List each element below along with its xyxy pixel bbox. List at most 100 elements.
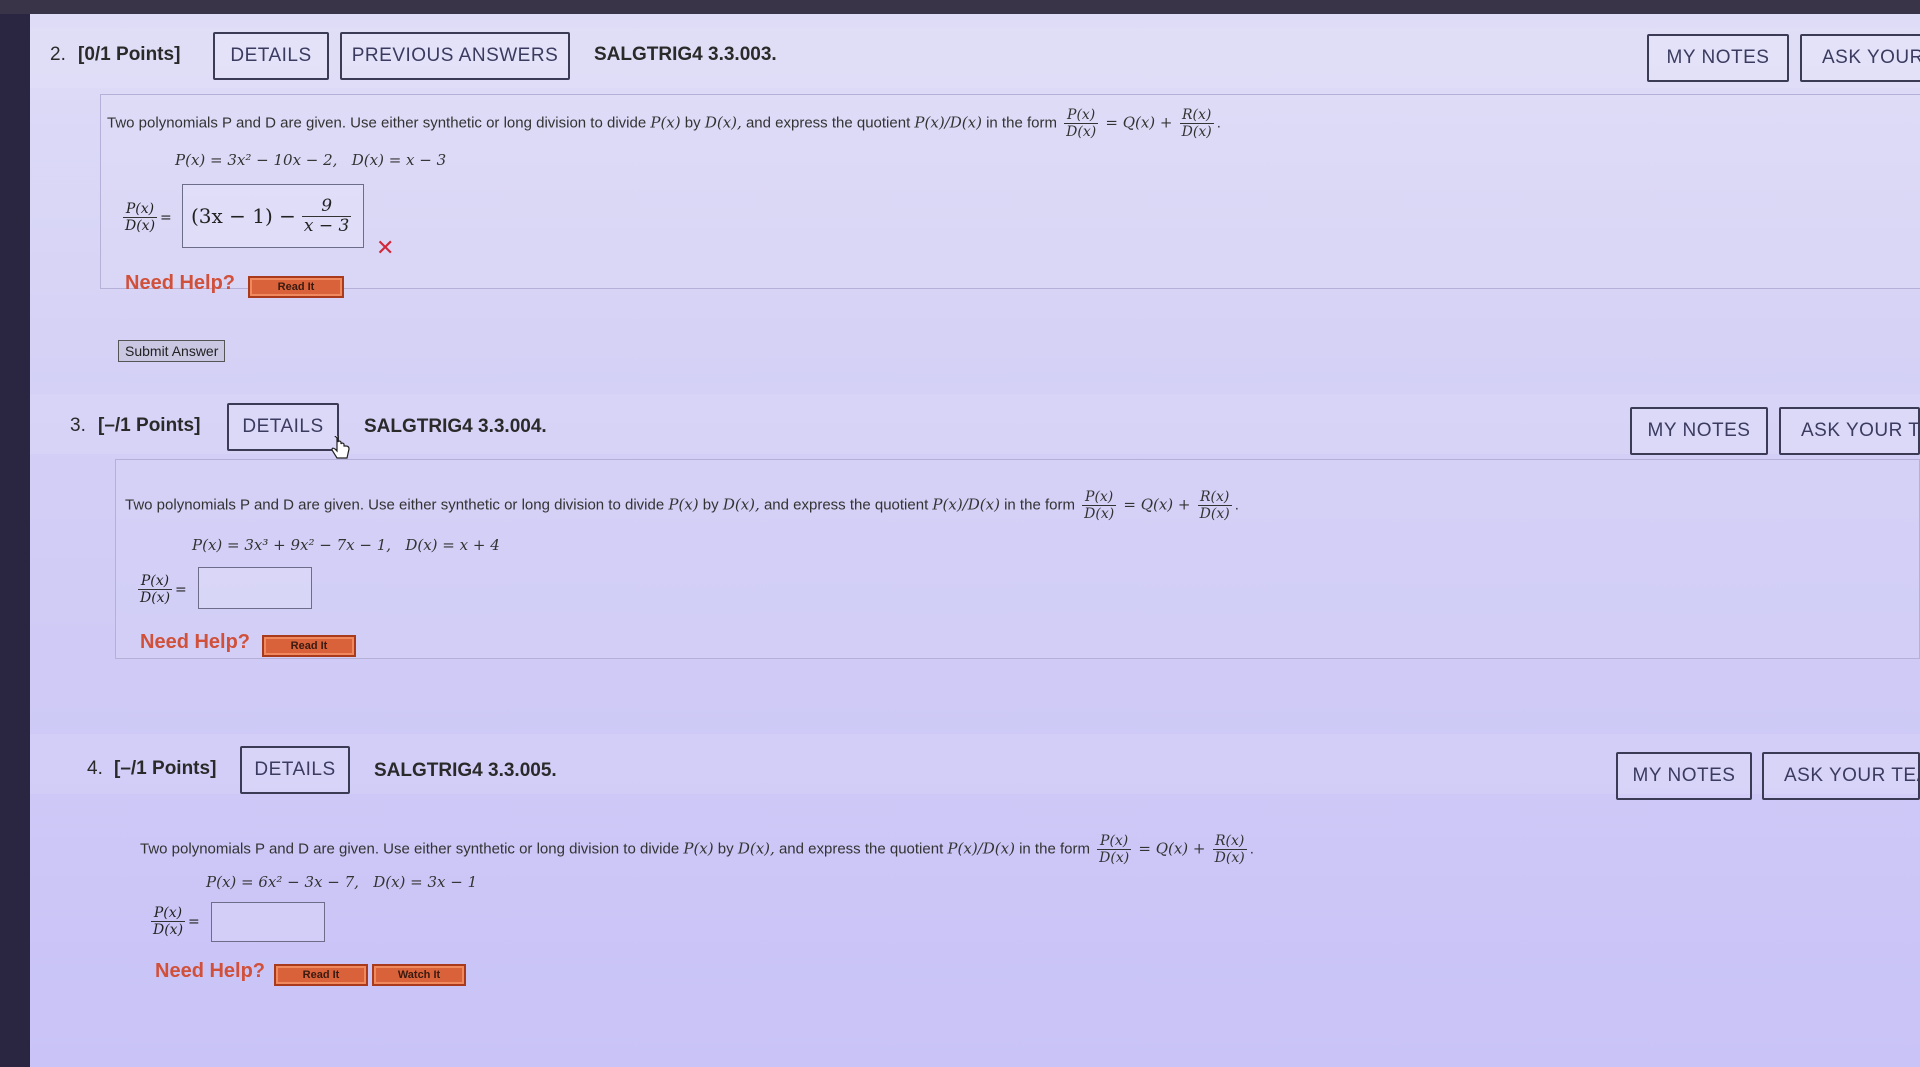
math-dx: D(x), [722, 495, 760, 514]
answer-fraction: P(x) D(x) [151, 906, 186, 938]
my-notes-button[interactable]: MY NOTES [1616, 752, 1752, 800]
given-p: P(x) = 3x³ + 9x² − 7x − 1, [192, 536, 392, 554]
answer-fraction: P(x) D(x) [123, 202, 158, 234]
prompt-text: Two polynomials P and D are given. Use e… [140, 840, 680, 858]
answer-label: P(x) D(x) = [120, 202, 172, 233]
ask-your-teacher-button[interactable]: ASK YOUR TE [1779, 407, 1920, 455]
ask-your-teacher-button[interactable]: ASK YOUR TEA [1762, 752, 1920, 800]
given-p: P(x) = 6x² − 3x − 7, [206, 873, 359, 891]
frac-den: x − 3 [303, 215, 350, 236]
question-prompt: Two polynomials P and D are given. Use e… [125, 489, 1239, 522]
answer-label: P(x) D(x) = [148, 906, 200, 937]
answer-label: P(x) D(x) = [135, 574, 187, 605]
answer-remainder-fraction: 9x − 3 [301, 197, 352, 236]
given-polynomials: P(x) = 3x² − 10x − 2, D(x) = x − 3 [175, 151, 446, 169]
prompt-in-form: in the form [1004, 496, 1075, 514]
question-code: SALGTRIG4 3.3.003. [594, 44, 777, 65]
prompt-express: and express the quotient [745, 114, 911, 132]
math-quotient: P(x)/D(x) [932, 495, 1000, 514]
question-code: SALGTRIG4 3.3.005. [374, 760, 557, 781]
frac-num: 9 [301, 197, 352, 217]
math-eq-q: = Q(x) + [1123, 495, 1191, 514]
webassign-page: 2. [0/1 Points] DETAILS PREVIOUS ANSWERS… [30, 14, 1920, 1067]
prompt-text: Two polynomials P and D are given. Use e… [107, 114, 647, 132]
equals-sign: = [175, 581, 187, 598]
answer-field[interactable] [211, 902, 325, 942]
question-points: [–/1 Points] [114, 758, 217, 779]
given-d: D(x) = x + 4 [405, 536, 500, 554]
submit-answer-button[interactable]: Submit Answer [118, 340, 226, 362]
frac-den: D(x) [1066, 124, 1097, 140]
details-button[interactable]: DETAILS [227, 403, 339, 451]
answer-field[interactable] [198, 567, 312, 609]
question-number: 2. [50, 44, 66, 65]
read-it-button[interactable]: Read It [248, 276, 344, 298]
my-notes-button[interactable]: MY NOTES [1630, 407, 1768, 455]
question-number: 4. [87, 758, 103, 779]
ask-your-teacher-button[interactable]: ASK YOUR [1800, 34, 1920, 82]
frac-num: R(x) [1197, 490, 1232, 506]
frac-num: P(x) [1097, 834, 1132, 850]
need-help-label: Need Help? [140, 631, 251, 653]
prompt-express: and express the quotient [778, 840, 944, 858]
my-notes-button[interactable]: MY NOTES [1647, 34, 1789, 82]
given-d: D(x) = x − 3 [351, 151, 447, 169]
given-d: D(x) = 3x − 1 [373, 873, 478, 891]
question-2: 2. [0/1 Points] DETAILS PREVIOUS ANSWERS… [30, 14, 1920, 362]
given-p: P(x) = 3x² − 10x − 2, [175, 151, 338, 169]
math-px: P(x) [683, 839, 714, 858]
frac-num: P(x) [123, 202, 158, 218]
read-it-button[interactable]: Read It [274, 964, 368, 986]
form-fraction-rd: R(x) D(x) [1179, 108, 1214, 139]
frac-den: D(x) [1199, 506, 1230, 522]
math-px: P(x) [650, 113, 681, 132]
details-button[interactable]: DETAILS [213, 32, 329, 80]
frac-num: P(x) [1064, 108, 1099, 124]
question-code: SALGTRIG4 3.3.004. [364, 416, 547, 437]
form-fraction-pd: P(x) D(x) [1064, 108, 1099, 140]
form-fraction-pd: P(x) D(x) [1082, 490, 1117, 521]
math-quotient: P(x)/D(x) [914, 113, 982, 132]
math-dx: D(x), [704, 113, 742, 132]
question-prompt: Two polynomials P and D are given. Use e… [107, 107, 1221, 140]
frac-num: R(x) [1212, 834, 1247, 850]
prompt-in-form: in the form [1019, 840, 1090, 858]
equals-sign: = [188, 913, 200, 930]
frac-num: R(x) [1179, 108, 1214, 124]
details-button[interactable]: DETAILS [240, 746, 350, 794]
answer-value: (3x − 1) − [191, 204, 296, 228]
prompt-by: by [702, 496, 719, 514]
form-fraction-rd: R(x) D(x) [1197, 490, 1232, 522]
question-points: [0/1 Points] [78, 44, 181, 65]
read-it-button[interactable]: Read It [262, 635, 356, 657]
need-help-label: Need Help? [155, 960, 266, 982]
watch-it-button[interactable]: Watch It [372, 964, 466, 986]
math-quotient: P(x)/D(x) [947, 839, 1015, 858]
answer-field[interactable]: (3x − 1) − 9x − 3 [182, 184, 364, 248]
question-body [115, 459, 1920, 659]
question-prompt: Two polynomials P and D are given. Use e… [140, 833, 1254, 866]
need-help-label: Need Help? [125, 272, 236, 294]
frac-num: P(x) [151, 906, 186, 922]
given-polynomials: P(x) = 6x² − 3x − 7, D(x) = 3x − 1 [206, 873, 477, 891]
equals-sign: = [160, 209, 172, 226]
question-3: 3. [–/1 Points] DETAILS SALGTRIG4 3.3.00… [30, 394, 1920, 694]
frac-den: D(x) [153, 922, 184, 938]
frac-den: D(x) [1214, 850, 1245, 866]
frac-den: D(x) [125, 218, 156, 234]
question-4: 4. [–/1 Points] DETAILS SALGTRIG4 3.3.00… [30, 734, 1920, 1034]
frac-num: P(x) [1082, 490, 1117, 506]
frac-den: D(x) [140, 590, 171, 606]
prompt-text: Two polynomials P and D are given. Use e… [125, 496, 665, 514]
math-px: P(x) [668, 495, 699, 514]
frac-num: P(x) [138, 574, 173, 590]
question-number: 3. [70, 415, 86, 436]
previous-answers-button[interactable]: PREVIOUS ANSWERS [340, 32, 570, 80]
form-fraction-rd: R(x) D(x) [1212, 834, 1247, 866]
monitor-bezel-top [0, 0, 1920, 14]
question-points: [–/1 Points] [98, 415, 201, 436]
frac-den: D(x) [1099, 850, 1130, 866]
prompt-express: and express the quotient [763, 496, 929, 514]
answer-fraction: P(x) D(x) [138, 574, 173, 606]
form-fraction-pd: P(x) D(x) [1097, 834, 1132, 866]
